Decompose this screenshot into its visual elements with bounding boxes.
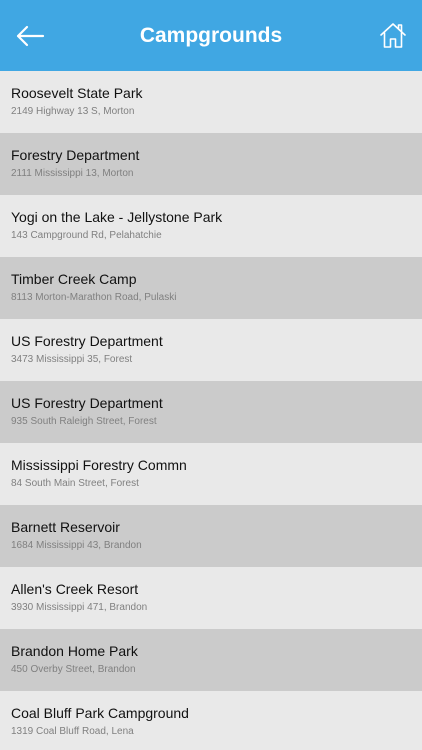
campground-name: Yogi on the Lake - Jellystone Park bbox=[11, 209, 223, 225]
campground-name: US Forestry Department bbox=[11, 395, 163, 411]
list-item[interactable]: Brandon Home Park 450 Overby Street, Bran… bbox=[0, 629, 422, 691]
home-icon bbox=[380, 23, 406, 48]
campground-address: 1319 Coal Bluff Road, Lena bbox=[11, 726, 134, 737]
navigation-bar: Campgrounds bbox=[0, 0, 422, 71]
back-button[interactable] bbox=[12, 20, 48, 52]
list-item[interactable]: Timber Creek Camp 8113 Morton-Marathon Ro… bbox=[0, 257, 422, 319]
campground-list: Roosevelt State Park 2149 Highway 13 S, M… bbox=[0, 71, 422, 750]
campground-name: US Forestry Department bbox=[11, 333, 163, 349]
list-item[interactable]: Coal Bluff Park Campground 1319 Coal Bluf… bbox=[0, 691, 422, 750]
campground-address: 1684 Mississippi 43, Brandon bbox=[11, 540, 142, 551]
campground-address: 84 South Main Street, Forest bbox=[11, 478, 139, 489]
campground-address: 3930 Mississippi 471, Brandon bbox=[11, 602, 148, 613]
list-item[interactable]: US Forestry Department 3473 Mississippi 3… bbox=[0, 319, 422, 381]
list-item[interactable]: US Forestry Department 935 South Raleigh … bbox=[0, 381, 422, 443]
home-button[interactable] bbox=[378, 19, 408, 51]
list-item[interactable]: Forestry Department 2111 Mississippi 13, … bbox=[0, 133, 422, 195]
campground-address: 2111 Mississippi 13, Morton bbox=[11, 168, 134, 179]
campground-address: 3473 Mississippi 35, Forest bbox=[11, 354, 133, 365]
campground-address: 143 Campground Rd, Pelahatchie bbox=[11, 230, 162, 241]
campground-name: Timber Creek Camp bbox=[11, 271, 137, 287]
page-title: Campgrounds bbox=[139, 24, 283, 47]
list-item[interactable]: Allen's Creek Resort 3930 Mississippi 471… bbox=[0, 567, 422, 629]
campground-name: Brandon Home Park bbox=[11, 643, 138, 659]
list-item[interactable]: Mississippi Forestry Commn 84 South Main … bbox=[0, 443, 422, 505]
campground-name: Barnett Reservoir bbox=[11, 519, 120, 535]
list-item[interactable]: Roosevelt State Park 2149 Highway 13 S, M… bbox=[0, 71, 422, 133]
campground-address: 8113 Morton-Marathon Road, Pulaski bbox=[11, 292, 177, 303]
campground-name: Roosevelt State Park bbox=[11, 85, 143, 101]
campground-name: Forestry Department bbox=[11, 147, 140, 163]
app-screen: Campgrounds Roosevelt State Park 2149 Hig… bbox=[0, 0, 422, 750]
list-item[interactable]: Barnett Reservoir 1684 Mississippi 43, Br… bbox=[0, 505, 422, 567]
campground-name: Mississippi Forestry Commn bbox=[11, 457, 187, 473]
list-item[interactable]: Yogi on the Lake - Jellystone Park 143 Ca… bbox=[0, 195, 422, 257]
campground-name: Coal Bluff Park Campground bbox=[11, 705, 189, 721]
campground-name: Allen's Creek Resort bbox=[11, 581, 139, 597]
arrow-left-icon bbox=[16, 25, 45, 47]
campground-address: 2149 Highway 13 S, Morton bbox=[11, 106, 135, 117]
campground-address: 450 Overby Street, Brandon bbox=[11, 664, 136, 675]
campground-address: 935 South Raleigh Street, Forest bbox=[11, 416, 157, 427]
